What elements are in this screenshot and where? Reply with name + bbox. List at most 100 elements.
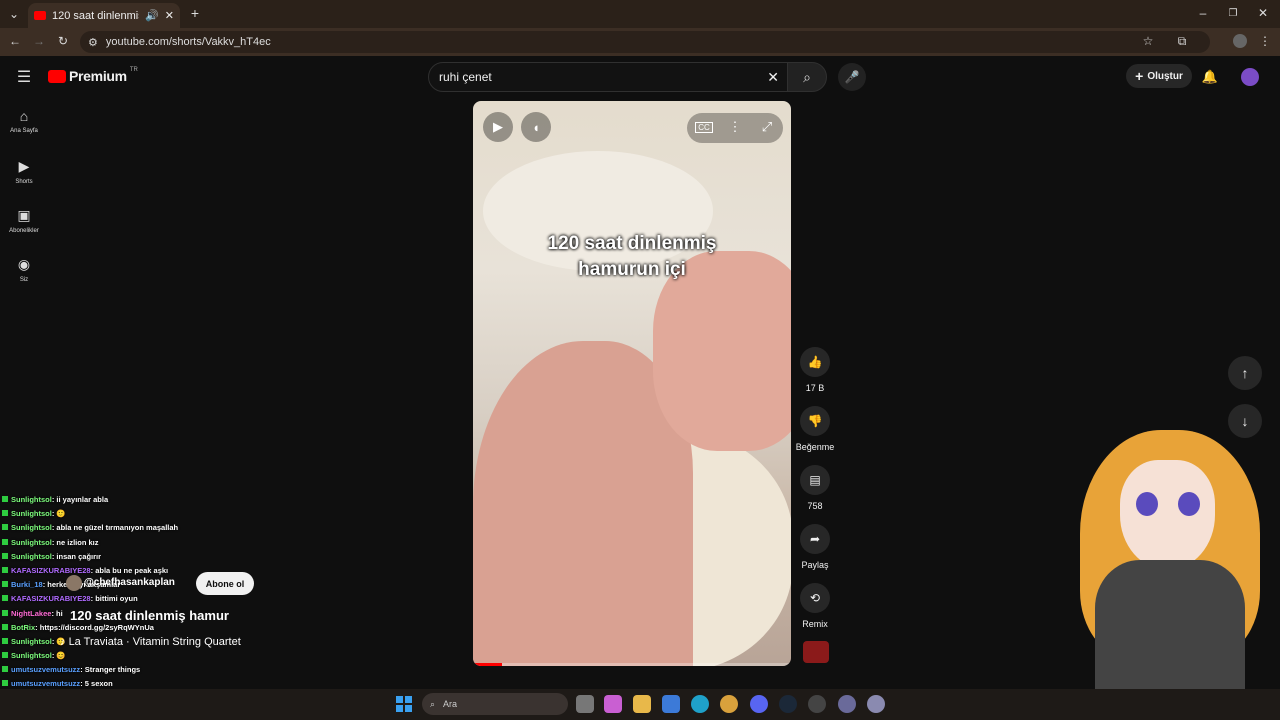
short-title[interactable]: 120 saat dinlenmiş hamur [70, 608, 229, 623]
chat-text: : hi [51, 608, 63, 618]
chat-username: Sunlightsol [11, 495, 52, 504]
browser-tab[interactable]: 120 saat dinlenmiş hamur 🔊 ✕ [28, 3, 180, 28]
sidebar-item-label: Ana Sayfa [10, 128, 38, 134]
previous-short-button[interactable]: ↑ [1228, 356, 1262, 390]
subscriptions-icon: ▣ [17, 207, 31, 223]
caption-line: 120 saat dinlenmiş [547, 233, 717, 254]
search-button[interactable]: ⌕ [787, 62, 827, 92]
chat-username: NightLakee [11, 608, 52, 618]
clear-search-icon[interactable]: ✕ [767, 69, 779, 86]
notifications-bell-icon[interactable]: 🔔 [1201, 68, 1219, 86]
obs-icon[interactable] [808, 695, 826, 713]
new-tab-icon[interactable]: + [188, 5, 202, 21]
search-icon: ⌕ [803, 68, 811, 85]
tab-list-icon[interactable]: ⌄ [6, 6, 22, 22]
dislike-label: Beğenme [795, 442, 835, 452]
progress-fill [473, 663, 502, 666]
share-icon: ➦ [800, 524, 830, 554]
youtube-favicon-icon [34, 11, 46, 20]
you-icon: ◉ [17, 256, 31, 272]
thumbs-up-icon: 👍 [800, 347, 830, 377]
restore-icon[interactable]: ❐ [1226, 6, 1240, 20]
sidebar-item-subscriptions[interactable]: ▣ Abonelikler [0, 207, 48, 234]
chat-text: : bittimi oyun [90, 594, 138, 604]
browser-tab-bar: ⌄ 120 saat dinlenmiş hamur 🔊 ✕ + – ❐ ✕ [0, 0, 1280, 28]
forward-icon[interactable]: → [32, 34, 46, 48]
chat-message: Sunlightsol: 😊 [2, 649, 262, 663]
comments-button[interactable]: ▤ 758 [798, 465, 832, 511]
close-tab-icon[interactable]: ✕ [165, 9, 174, 22]
music-info[interactable]: ♪ La Traviata · Vitamin String Quartet [60, 636, 241, 648]
chat-badge-icon [2, 552, 8, 559]
hamburger-menu-icon[interactable]: ☰ [14, 68, 34, 86]
sidebar-item-you[interactable]: ◉ Siz [0, 256, 48, 283]
close-window-icon[interactable]: ✕ [1256, 6, 1270, 20]
shorts-video-player[interactable]: 120 saat dinlenmiş hamurun içi ▶ ◖ CC ⋮ … [473, 101, 791, 666]
create-button[interactable]: + Oluştur [1126, 64, 1192, 88]
menu-dots-icon[interactable]: ⋮ [1258, 34, 1272, 48]
youtube-logo[interactable]: Premium TR [48, 67, 138, 84]
youtube-play-logo-icon [48, 69, 66, 83]
minimize-icon[interactable]: – [1196, 6, 1210, 20]
channel-avatar[interactable] [66, 575, 82, 591]
copilot-icon[interactable] [604, 695, 622, 713]
chat-username: Sunlightsol [11, 551, 52, 561]
app-icon[interactable] [867, 695, 885, 713]
back-icon[interactable]: ← [8, 34, 22, 48]
profile-icon[interactable] [1233, 34, 1247, 48]
chat-text: : insan çağırır [51, 551, 102, 561]
sidebar-item-shorts[interactable]: ▶ Shorts [0, 158, 48, 185]
video-progress-bar[interactable] [473, 663, 791, 666]
thumbs-down-icon: 👎 [800, 406, 830, 436]
address-bar: ← → ↻ ⚙ youtube.com/shorts/Vakkv_hT4ec ☆… [0, 28, 1280, 56]
taskbar-search[interactable]: ⌕ Ara [422, 693, 568, 715]
discord-icon[interactable] [750, 695, 768, 713]
chat-text: : 🙂 [51, 509, 66, 519]
app-icon[interactable] [838, 695, 856, 713]
chat-badge-icon [2, 581, 8, 588]
chat-text: : abla ne güzel tırmanıyon maşallah [51, 523, 179, 533]
url-field[interactable]: ⚙ youtube.com/shorts/Vakkv_hT4ec [80, 31, 1210, 53]
sidebar-item-home[interactable]: ⌂ Ana Sayfa [0, 108, 48, 134]
fullscreen-icon: ⤢ [761, 119, 773, 134]
play-button[interactable]: ▶ [483, 112, 513, 142]
remix-button[interactable]: ⟲ Remix [798, 583, 832, 629]
store-icon[interactable] [662, 695, 680, 713]
edge-icon[interactable] [691, 695, 709, 713]
chat-message: Sunlightsol: ne izlion kız [2, 536, 262, 550]
create-label: Oluştur [1147, 70, 1183, 82]
chrome-icon[interactable] [720, 695, 738, 713]
reload-icon[interactable]: ↻ [56, 34, 70, 48]
share-button[interactable]: ➦ Paylaş [798, 524, 832, 570]
video-caption: 120 saat dinlenmiş hamurun içi [473, 231, 791, 283]
plus-icon: + [1135, 68, 1144, 84]
account-avatar[interactable] [1241, 68, 1259, 86]
remix-icon: ⟲ [800, 583, 830, 613]
chat-badge-icon [2, 680, 8, 687]
channel-handle[interactable]: @chefhasankaplan [84, 577, 175, 588]
more-options-button[interactable]: ⋮ [720, 112, 750, 142]
sound-thumbnail[interactable] [803, 641, 829, 663]
fullscreen-button[interactable]: ⤢ [752, 112, 782, 142]
like-button[interactable]: 👍 17 B [798, 347, 832, 393]
site-info-icon[interactable]: ⚙ [88, 36, 98, 49]
audio-icon[interactable]: 🔊 [145, 9, 159, 22]
file-explorer-icon[interactable] [633, 695, 651, 713]
dislike-button[interactable]: 👎 Beğenme [790, 406, 840, 452]
start-button[interactable] [396, 696, 412, 712]
bookmark-star-icon[interactable]: ☆ [1141, 34, 1155, 48]
chat-username: Sunlightsol [11, 509, 52, 519]
search-input[interactable]: ruhi çenet ✕ [428, 62, 788, 92]
mute-button[interactable]: ◖ [521, 112, 551, 142]
task-view-icon[interactable] [576, 695, 594, 713]
captions-button[interactable]: CC [689, 112, 719, 142]
steam-icon[interactable] [779, 695, 797, 713]
chat-badge-icon [2, 510, 8, 517]
extensions-icon[interactable]: ⧉ [1175, 34, 1189, 48]
chat-message: Sunlightsol: insan çağırır [2, 550, 262, 564]
tab-title: 120 saat dinlenmiş hamur [52, 9, 139, 22]
subscribe-button[interactable]: Abone ol [196, 572, 254, 595]
chat-text: : 5 sexon [80, 679, 113, 689]
voice-search-button[interactable]: 🎤 [838, 63, 866, 91]
avatar-eye-left [1136, 492, 1158, 516]
